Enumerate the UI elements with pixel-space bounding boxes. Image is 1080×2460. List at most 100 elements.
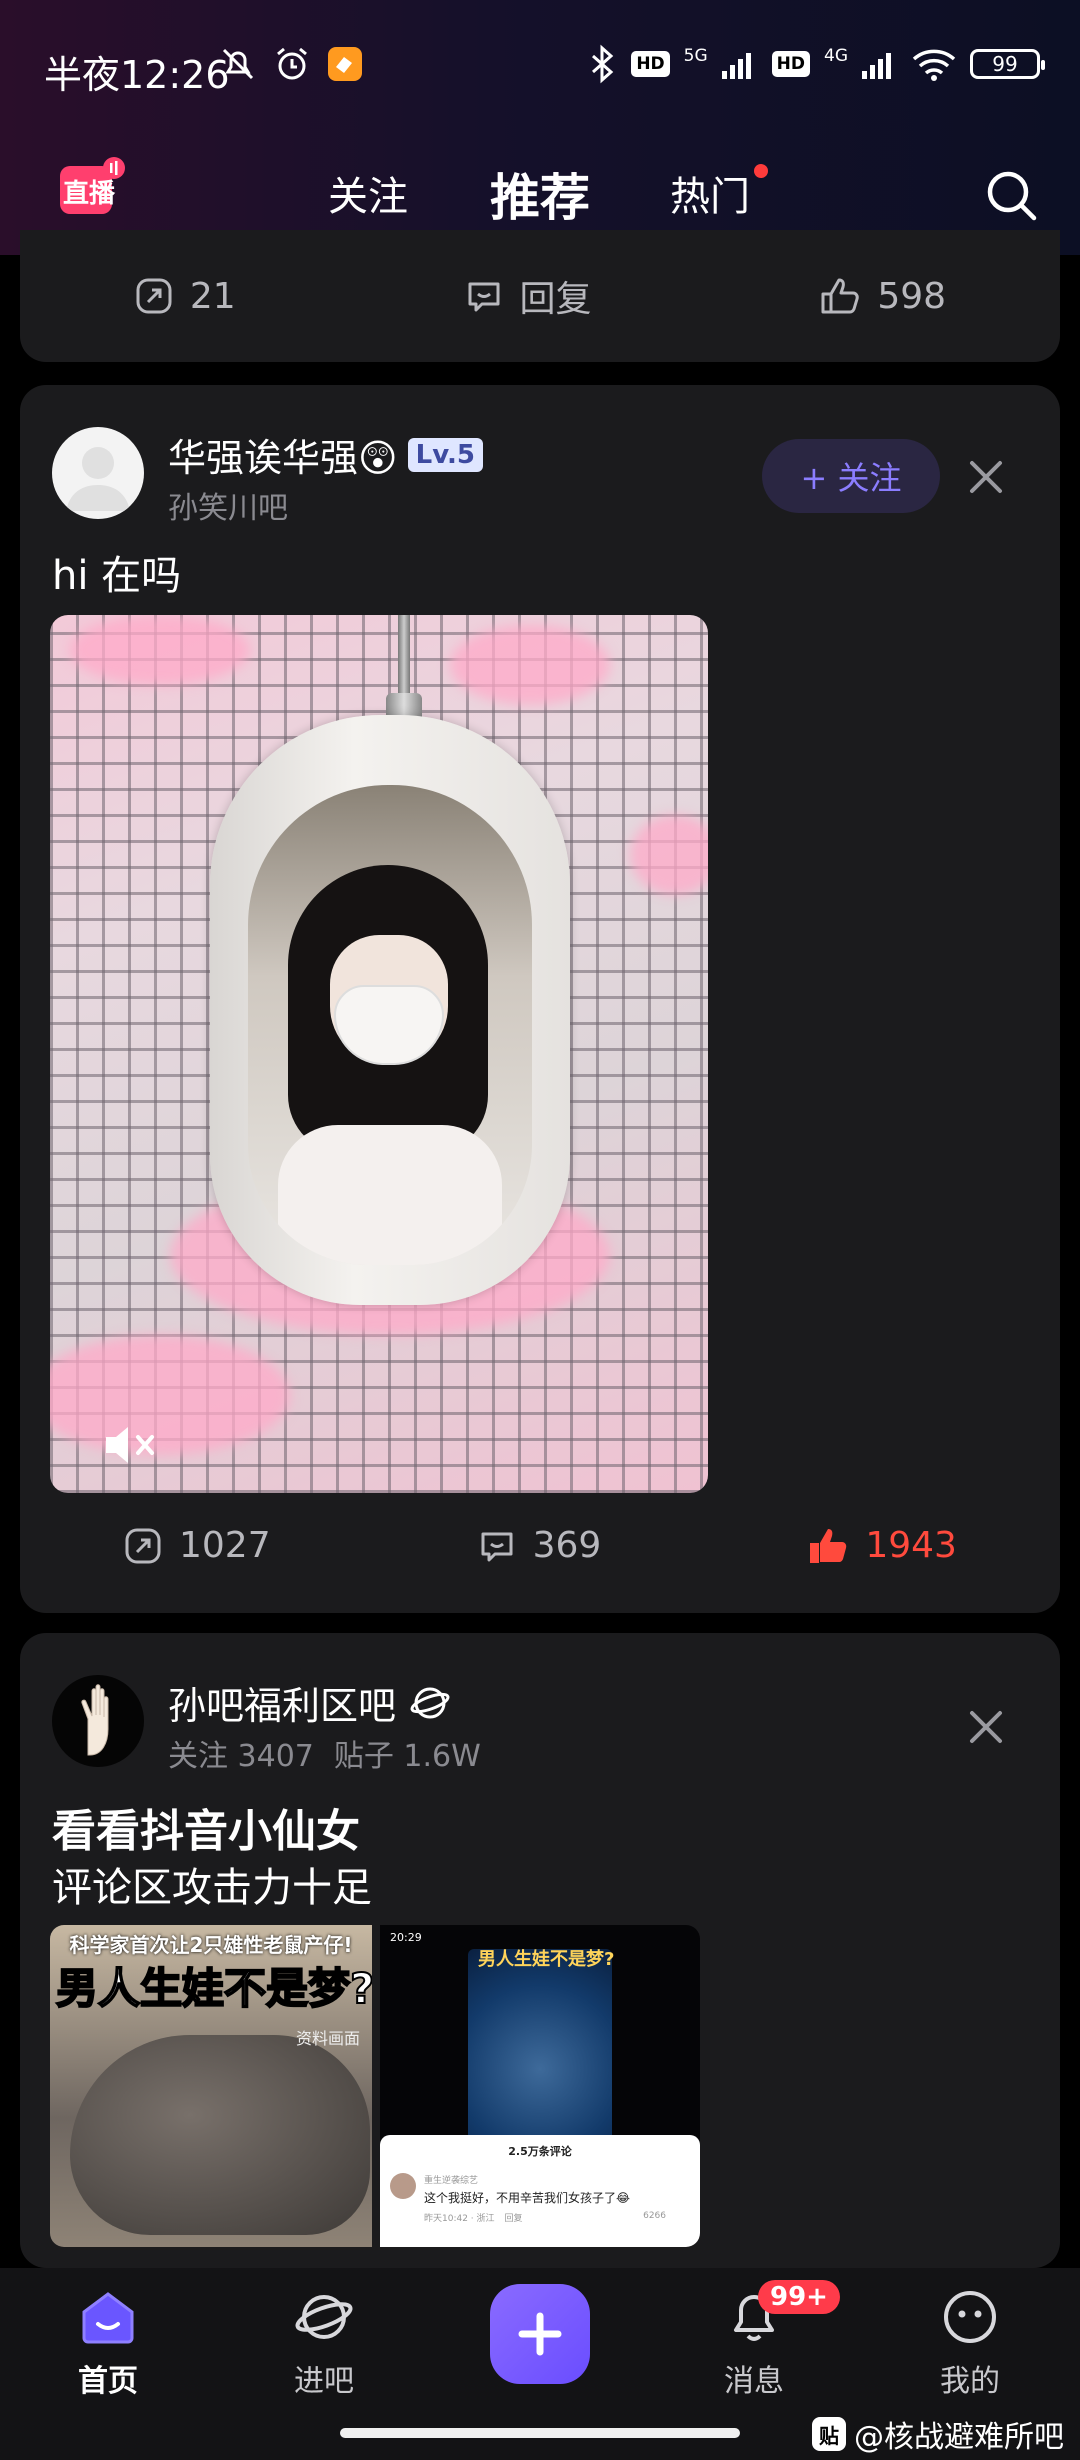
urinal xyxy=(210,715,570,1305)
watermark-text: @核战避难所吧 xyxy=(854,2420,1064,2455)
nav-messages-label: 消息 xyxy=(724,2364,784,2399)
forum-stats: 关注 3407 贴子 1.6W xyxy=(168,1731,481,1775)
share-button[interactable]: 1027 xyxy=(123,1525,271,1566)
default-avatar-icon xyxy=(66,447,130,511)
home-indicator[interactable] xyxy=(340,2428,740,2438)
tab-hot[interactable]: 热门 xyxy=(670,164,750,222)
post-forum-name[interactable]: 孙笑川吧 xyxy=(168,483,288,527)
previous-post-actions: 21 回复 598 xyxy=(20,270,1060,322)
message-count-badge: 99+ xyxy=(758,2280,840,2314)
comment-likes: 6266 xyxy=(643,2211,666,2221)
reply-label: 回复 xyxy=(519,279,592,320)
status-time: 半夜12:26 xyxy=(44,53,230,97)
forum-name-row[interactable]: 孙吧福利区吧 xyxy=(168,1675,450,1730)
planet-icon xyxy=(295,2295,353,2339)
nav-messages[interactable]: 消息 99+ xyxy=(694,2280,840,2400)
screenshot-comment-sheet: 2.5万条评论 重生逆袭综艺 这个我挺好，不用辛苦我们女孩子了😂 昨天10:42… xyxy=(380,2135,700,2247)
smiley-face-icon xyxy=(944,2291,996,2343)
share-icon xyxy=(136,278,172,314)
screenshot-title: 男人生娃不是梦? xyxy=(478,1949,615,1970)
battery-indicator: 99 xyxy=(970,49,1045,79)
nav-profile[interactable]: 我的 xyxy=(910,2288,1030,2400)
image-caption-top: 科学家首次让2只雄性老鼠产仔! xyxy=(69,1933,353,1957)
comment-text: 这个我挺好，不用辛苦我们女孩子了😂 xyxy=(424,2191,631,2205)
forum-followers: 关注 3407 xyxy=(168,1739,314,1774)
like-button[interactable]: 1943 xyxy=(807,1525,957,1566)
level-badge: Lv.5 xyxy=(407,437,483,472)
share-icon xyxy=(125,1528,161,1563)
share-button[interactable]: 21 xyxy=(134,276,236,317)
wifi-icon xyxy=(912,49,956,81)
search-icon[interactable] xyxy=(984,168,1038,222)
tab-follow[interactable]: 关注 xyxy=(328,164,408,222)
signal-icon-2 xyxy=(862,53,891,79)
network-4g-label: 4G xyxy=(824,46,848,66)
post-image-1[interactable]: 科学家首次让2只雄性老鼠产仔! 男人生娃不是梦? 资料画面 xyxy=(50,1925,372,2247)
hand-icon xyxy=(81,1684,109,1756)
hd-badge-2: HD xyxy=(771,51,810,77)
comment-count: 369 xyxy=(532,1525,602,1566)
post-card[interactable]: 华强诶华强😲 Lv.5 孙笑川吧 + 关注 hi 在吗 1027 369 194… xyxy=(20,385,1060,1613)
alarm-icon xyxy=(277,47,307,80)
status-icons-right: HD 5G HD 4G 99 xyxy=(587,44,1045,84)
comment-sheet-title: 2.5万条评论 xyxy=(508,2145,572,2158)
image-reference-label: 资料画面 xyxy=(295,2029,360,2048)
tab-recommend[interactable]: 推荐 xyxy=(490,158,590,230)
comment-time: 昨天10:42 · 浙江 xyxy=(424,2214,495,2224)
home-icon xyxy=(82,2292,134,2344)
screenshot-video-frame xyxy=(468,1949,612,2149)
previous-post-card: 21 回复 598 xyxy=(20,230,1060,362)
rat-image xyxy=(70,2035,370,2235)
share-count: 1027 xyxy=(179,1525,271,1566)
status-bar: 半夜12:26 HD 5G HD 4G 99 xyxy=(0,0,1080,130)
plus-icon xyxy=(518,2312,562,2356)
forum-posts: 贴子 1.6W xyxy=(333,1739,481,1774)
forum-post-subtitle: 评论区攻击力十足 xyxy=(52,1865,372,1911)
pink-overlay xyxy=(50,1335,290,1455)
comment-icon xyxy=(481,1532,513,1561)
follow-button[interactable]: + 关注 xyxy=(762,439,940,513)
close-icon[interactable] xyxy=(966,1707,1006,1747)
network-5g-label: 5G xyxy=(683,46,708,66)
reply-button[interactable]: 回复 xyxy=(464,270,592,322)
bluetooth-icon xyxy=(592,44,614,84)
commenter-avatar xyxy=(390,2173,416,2199)
comment-meta: 昨天10:42 · 浙江 回复 xyxy=(424,2211,523,2224)
close-icon[interactable] xyxy=(966,457,1006,497)
hd-badge-1: HD xyxy=(631,51,670,77)
author-name[interactable]: 华强诶华强😲 xyxy=(168,427,398,482)
forum-post-title[interactable]: 看看抖音小仙女 xyxy=(52,1795,360,1859)
live-logo-icon[interactable]: 直播 xyxy=(58,156,126,218)
forum-post-card[interactable]: 孙吧福利区吧 关注 3407 贴子 1.6W 看看抖音小仙女 评论区攻击力十足 … xyxy=(20,1633,1060,2268)
app-notification-icon xyxy=(328,47,362,81)
forum-name[interactable]: 孙吧福利区吧 xyxy=(168,1675,396,1730)
post-author[interactable]: 华强诶华强😲 Lv.5 xyxy=(168,427,483,482)
post-text: hi 在吗 xyxy=(52,553,182,599)
create-post-button[interactable] xyxy=(490,2284,590,2384)
tieba-logo-icon: 贴 xyxy=(812,2417,846,2451)
pink-overlay xyxy=(630,815,708,895)
post-video[interactable] xyxy=(50,615,708,1493)
comment-button[interactable]: 369 xyxy=(477,1525,602,1566)
nav-forums-label: 进吧 xyxy=(294,2364,354,2399)
pink-overlay xyxy=(70,615,250,685)
muted-speaker-icon[interactable] xyxy=(102,1423,158,1467)
screenshot-status-time: 20:29 xyxy=(390,1931,422,1944)
comment-icon xyxy=(468,282,500,312)
watermark: 贴 @核战避难所吧 xyxy=(812,2412,1064,2456)
comment-reply: 回复 xyxy=(504,2214,523,2224)
live-logo-text: 直播 xyxy=(63,179,116,209)
hot-tab-red-dot xyxy=(754,164,768,178)
urinal-inner xyxy=(248,785,532,1265)
thumbs-up-filled-icon xyxy=(810,1528,847,1563)
person-shirt xyxy=(278,1125,502,1265)
thumbs-up-icon xyxy=(821,278,860,314)
nav-home[interactable]: 首页 xyxy=(48,2288,168,2400)
like-count: 598 xyxy=(877,275,947,317)
like-button[interactable]: 598 xyxy=(819,276,946,317)
nav-forums[interactable]: 进吧 xyxy=(264,2288,384,2400)
pink-overlay xyxy=(450,625,610,705)
post-image-2[interactable]: 20:29 男人生娃不是梦? 2.5万条评论 重生逆袭综艺 这个我挺好，不用辛苦… xyxy=(380,1925,700,2247)
forum-avatar[interactable] xyxy=(52,1675,144,1767)
user-avatar[interactable] xyxy=(52,427,144,519)
